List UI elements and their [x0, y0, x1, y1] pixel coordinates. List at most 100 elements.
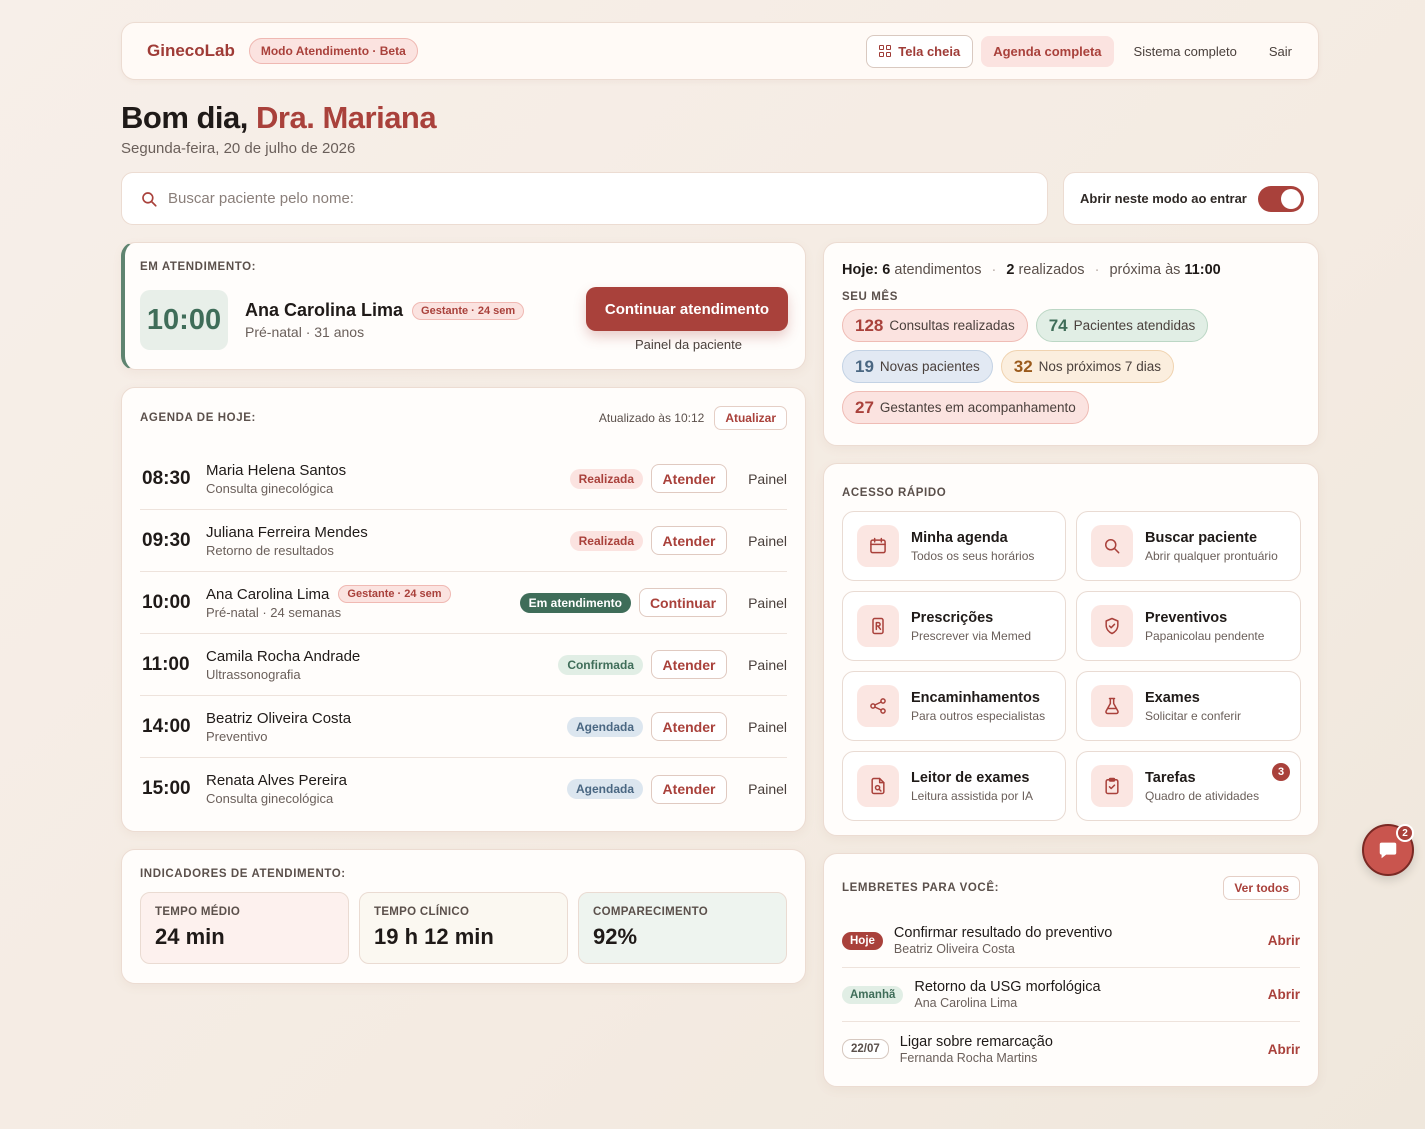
- indicator-value: 24 min: [155, 924, 225, 949]
- chat-icon: [1379, 842, 1397, 859]
- stat-pill: 27 Gestantes em acompanhamento: [842, 391, 1089, 424]
- stat-label: Novas pacientes: [879, 359, 980, 374]
- indicator-key: COMPARECIMENTO: [593, 906, 708, 918]
- patient-name[interactable]: Juliana Ferreira Mendes: [206, 524, 368, 541]
- stat-label: Pacientes atendidas: [1073, 318, 1196, 333]
- status-badge: Agendada: [566, 779, 643, 799]
- patient-name[interactable]: Beatriz Oliveira Costa: [206, 710, 351, 727]
- search-box: [121, 172, 1048, 225]
- page-title: Bom dia, Dra. Mariana: [121, 100, 1319, 136]
- quick-search-patient[interactable]: Buscar paciente Abrir qualquer prontuário: [1076, 511, 1301, 581]
- quick-sub: Todos os seus horários: [911, 548, 1035, 563]
- table-row: 15:00 Renata Alves Pereira Consulta gine…: [140, 758, 787, 820]
- panel-link[interactable]: Painel: [727, 657, 787, 673]
- attend-button[interactable]: Atender: [651, 526, 727, 555]
- panel-link[interactable]: Painel: [727, 781, 787, 797]
- auto-open-toggle[interactable]: [1258, 185, 1304, 212]
- table-row: 14:00 Beatriz Oliveira Costa Preventivo …: [140, 696, 787, 758]
- appointment-type: Pré-natal · 24 semanas: [206, 605, 342, 620]
- patient-panel-link[interactable]: Painel da paciente: [635, 337, 742, 352]
- sistema-completo-link[interactable]: Sistema completo: [1122, 36, 1249, 67]
- quick-preventives[interactable]: Preventivos Papanicolau pendente: [1076, 591, 1301, 661]
- appointment-type: Consulta ginecológica: [206, 480, 334, 496]
- fullscreen-label: Tela cheia: [898, 43, 961, 59]
- chat-button[interactable]: 2: [1362, 824, 1414, 876]
- quick-sub: Prescrever via Memed: [911, 628, 1032, 643]
- open-reminder-link[interactable]: Abrir: [1268, 987, 1300, 1002]
- indicator-key: TEMPO MÉDIO: [155, 906, 241, 918]
- quick-referrals[interactable]: Encaminhamentos Para outros especialistas: [842, 671, 1066, 741]
- flask-icon: [1091, 685, 1133, 727]
- agenda-label: AGENDA DE HOJE:: [140, 412, 256, 424]
- reminder-title: Ligar sobre remarcação: [899, 1033, 1053, 1050]
- stat-pill: 32 Nos próximos 7 dias: [1000, 350, 1174, 383]
- quick-title: Buscar paciente: [1145, 529, 1258, 546]
- continue-button[interactable]: Continuar: [639, 588, 727, 617]
- prescription-icon: [857, 605, 899, 647]
- chat-count-badge: 2: [1396, 824, 1414, 842]
- open-reminder-link[interactable]: Abrir: [1268, 1042, 1300, 1057]
- patient-name[interactable]: Maria Helena Santos: [206, 462, 346, 479]
- quick-my-agenda[interactable]: Minha agenda Todos os seus horários: [842, 511, 1066, 581]
- calendar-icon: [857, 525, 899, 567]
- attend-button[interactable]: Atender: [651, 650, 727, 679]
- panel-link[interactable]: Painel: [727, 595, 787, 611]
- table-row: 09:30 Juliana Ferreira Mendes Retorno de…: [140, 510, 787, 572]
- quick-tasks[interactable]: Tarefas Quadro de atividades 3: [1076, 751, 1301, 821]
- quick-prescriptions[interactable]: Prescrições Prescrever via Memed: [842, 591, 1066, 661]
- today-summary-line: Hoje: 6 atendimentos · 2 realizados · pr…: [842, 262, 1221, 278]
- share-icon: [857, 685, 899, 727]
- quick-title: Leitor de exames: [911, 769, 1030, 786]
- current-date: Segunda-feira, 20 de julho de 2026: [121, 140, 356, 157]
- attend-button[interactable]: Atender: [651, 712, 727, 741]
- indicator-avg-time: TEMPO MÉDIO 24 min: [140, 892, 349, 964]
- logout-link[interactable]: Sair: [1257, 36, 1304, 67]
- current-name-text: Ana Carolina Lima: [245, 300, 404, 320]
- search-input[interactable]: [168, 190, 1047, 207]
- continue-attendance-button[interactable]: Continuar atendimento: [586, 287, 788, 331]
- patient-name[interactable]: Renata Alves Pereira: [206, 772, 347, 789]
- panel-link[interactable]: Painel: [727, 471, 787, 487]
- today-next-label: próxima às: [1109, 262, 1181, 278]
- attend-button[interactable]: Atender: [651, 774, 727, 804]
- quick-title: Minha agenda: [911, 529, 1008, 546]
- reminder-date-tag: Hoje: [842, 931, 883, 950]
- panel-link[interactable]: Painel: [727, 719, 787, 735]
- quick-title: Exames: [1145, 689, 1200, 706]
- stat-pill: 19 Novas pacientes: [842, 350, 993, 383]
- see-all-button[interactable]: Ver todos: [1223, 876, 1300, 900]
- patient-name[interactable]: Camila Rocha Andrade: [206, 648, 360, 665]
- stat-value: 27: [855, 397, 874, 417]
- status-badge: Confirmada: [558, 654, 643, 675]
- search-icon: [1091, 525, 1133, 567]
- current-time: 10:00: [140, 290, 228, 350]
- mode-badge: Modo Atendimento · Beta: [248, 38, 418, 64]
- quick-title: Tarefas: [1145, 769, 1196, 786]
- appointment-type: Preventivo: [206, 728, 268, 744]
- stat-label: Consultas realizadas: [889, 318, 1015, 333]
- quick-sub: Papanicolau pendente: [1145, 628, 1265, 643]
- quick-exams[interactable]: Exames Solicitar e conferir: [1076, 671, 1301, 741]
- refresh-button[interactable]: Atualizar: [714, 406, 787, 430]
- quick-sub: Solicitar e conferir: [1145, 708, 1242, 723]
- today-agenda-card: AGENDA DE HOJE: Atualizado às 10:12 Atua…: [121, 387, 806, 832]
- patient-name-with-tag[interactable]: Ana Carolina Lima Gestante · 24 sem: [206, 585, 451, 603]
- quick-access-card: ACESSO RÁPIDO Minha agenda Todos os seus …: [823, 463, 1319, 836]
- fullscreen-button[interactable]: Tela cheia: [866, 34, 974, 68]
- agenda-completa-button[interactable]: Agenda completa: [981, 35, 1114, 67]
- appointment-time: 11:00: [142, 653, 190, 675]
- appointment-time: 15:00: [142, 778, 191, 799]
- indicator-value: 92%: [593, 924, 638, 949]
- indicator-value: 19 h 12 min: [374, 924, 494, 949]
- panel-link[interactable]: Painel: [727, 533, 787, 549]
- attend-button[interactable]: Atender: [651, 464, 727, 493]
- month-label: SEU MÊS: [842, 291, 898, 303]
- shield-check-icon: [1091, 605, 1133, 647]
- open-reminder-link[interactable]: Abrir: [1268, 933, 1300, 948]
- document-search-icon: [857, 765, 899, 807]
- indicators-label: INDICADORES DE ATENDIMENTO:: [140, 868, 346, 880]
- brand-logo[interactable]: GinecoLab: [147, 41, 235, 61]
- appointment-time: 09:30: [142, 529, 191, 551]
- quick-exam-reader[interactable]: Leitor de exames Leitura assistida por IA: [842, 751, 1066, 821]
- appointment-time: 08:30: [142, 467, 191, 489]
